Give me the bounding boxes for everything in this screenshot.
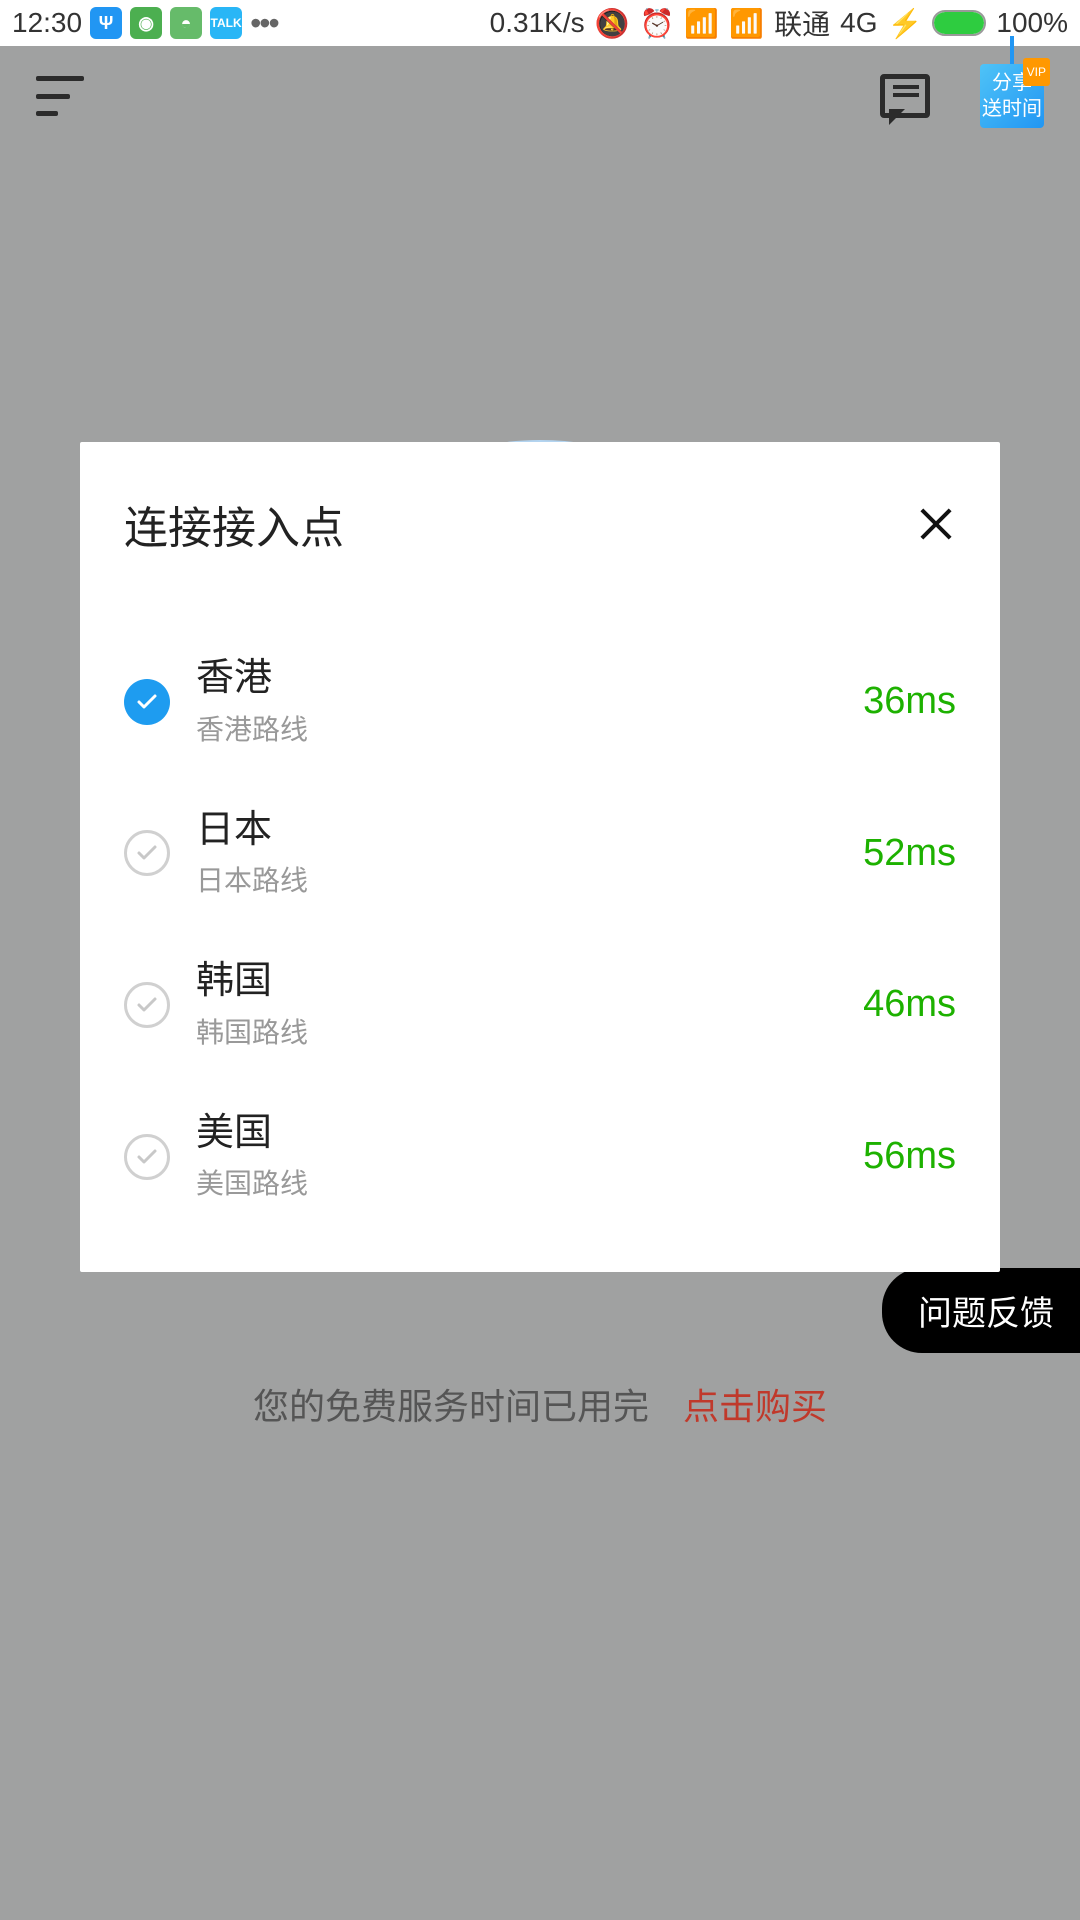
server-ping: 56ms bbox=[863, 1135, 956, 1178]
alarm-icon: ⏰ bbox=[640, 7, 675, 40]
charging-icon: ⚡ bbox=[888, 7, 923, 40]
server-subtitle: 韩国路线 bbox=[196, 1011, 863, 1051]
bottom-banner: 您的免费服务时间已用完 点击购买 bbox=[0, 1378, 1080, 1430]
server-list: 香港香港路线36ms日本日本路线52ms韩国韩国路线46ms美国美国路线56ms bbox=[124, 626, 956, 1232]
server-text: 美国美国路线 bbox=[196, 1111, 863, 1203]
carrier-label: 联通 bbox=[774, 3, 830, 43]
net-speed: 0.31K/s bbox=[490, 7, 585, 39]
battery-icon bbox=[932, 10, 986, 36]
server-ping: 52ms bbox=[863, 832, 956, 875]
vip-badge: VIP bbox=[1023, 58, 1050, 86]
radio-unchecked-icon bbox=[124, 982, 170, 1028]
signal-icon: 📶 bbox=[729, 7, 764, 40]
status-time: 12:30 bbox=[12, 7, 82, 39]
radio-unchecked-icon bbox=[124, 830, 170, 876]
status-bar: 12:30 Ψ ◉ ◓ TALK ••• 0.31K/s 🔕 ⏰ 📶 📶 联通 … bbox=[0, 0, 1080, 46]
server-item[interactable]: 香港香港路线36ms bbox=[124, 626, 956, 778]
feedback-button[interactable]: 问题反馈 bbox=[882, 1268, 1080, 1353]
messages-button[interactable] bbox=[880, 74, 930, 118]
server-ping: 36ms bbox=[863, 680, 956, 723]
more-notifications-icon: ••• bbox=[250, 5, 278, 42]
close-button[interactable] bbox=[916, 504, 956, 544]
feedback-label: 问题反馈 bbox=[918, 1295, 1054, 1333]
app-header: VIP 分享 送时间 bbox=[0, 46, 1080, 146]
server-subtitle: 日本路线 bbox=[196, 859, 863, 899]
radio-checked-icon bbox=[124, 679, 170, 725]
battery-percent: 100% bbox=[996, 7, 1068, 39]
server-subtitle: 香港路线 bbox=[196, 708, 863, 748]
share-promo-button[interactable]: VIP 分享 送时间 bbox=[980, 64, 1044, 128]
server-ping: 46ms bbox=[863, 983, 956, 1026]
server-text: 日本日本路线 bbox=[196, 808, 863, 900]
chat-app-icon: TALK bbox=[210, 7, 242, 39]
server-name: 香港 bbox=[196, 656, 863, 702]
menu-button[interactable] bbox=[36, 76, 84, 116]
server-name: 韩国 bbox=[196, 959, 863, 1005]
status-left: 12:30 Ψ ◉ ◓ TALK ••• bbox=[12, 5, 278, 42]
server-name: 美国 bbox=[196, 1111, 863, 1157]
expired-text: 您的免费服务时间已用完 bbox=[253, 1386, 649, 1427]
buy-link[interactable]: 点击购买 bbox=[683, 1386, 827, 1427]
usb-icon: Ψ bbox=[90, 7, 122, 39]
network-label: 4G bbox=[840, 7, 877, 39]
server-text: 香港香港路线 bbox=[196, 656, 863, 748]
radio-unchecked-icon bbox=[124, 1134, 170, 1180]
status-right: 0.31K/s 🔕 ⏰ 📶 📶 联通 4G ⚡ 100% bbox=[490, 3, 1068, 43]
robot-icon: ◓ bbox=[170, 7, 202, 39]
mute-icon: 🔕 bbox=[595, 7, 630, 40]
server-dialog: 连接接入点 香港香港路线36ms日本日本路线52ms韩国韩国路线46ms美国美国… bbox=[80, 442, 1000, 1272]
wifi-icon: 📶 bbox=[684, 7, 719, 40]
share-line2: 送时间 bbox=[980, 96, 1044, 122]
server-text: 韩国韩国路线 bbox=[196, 959, 863, 1051]
server-item[interactable]: 美国美国路线56ms bbox=[124, 1081, 956, 1233]
dialog-title: 连接接入点 bbox=[124, 492, 344, 556]
location-icon: ◉ bbox=[130, 7, 162, 39]
server-item[interactable]: 日本日本路线52ms bbox=[124, 778, 956, 930]
server-subtitle: 美国路线 bbox=[196, 1162, 863, 1202]
server-name: 日本 bbox=[196, 808, 863, 854]
server-item[interactable]: 韩国韩国路线46ms bbox=[124, 929, 956, 1081]
